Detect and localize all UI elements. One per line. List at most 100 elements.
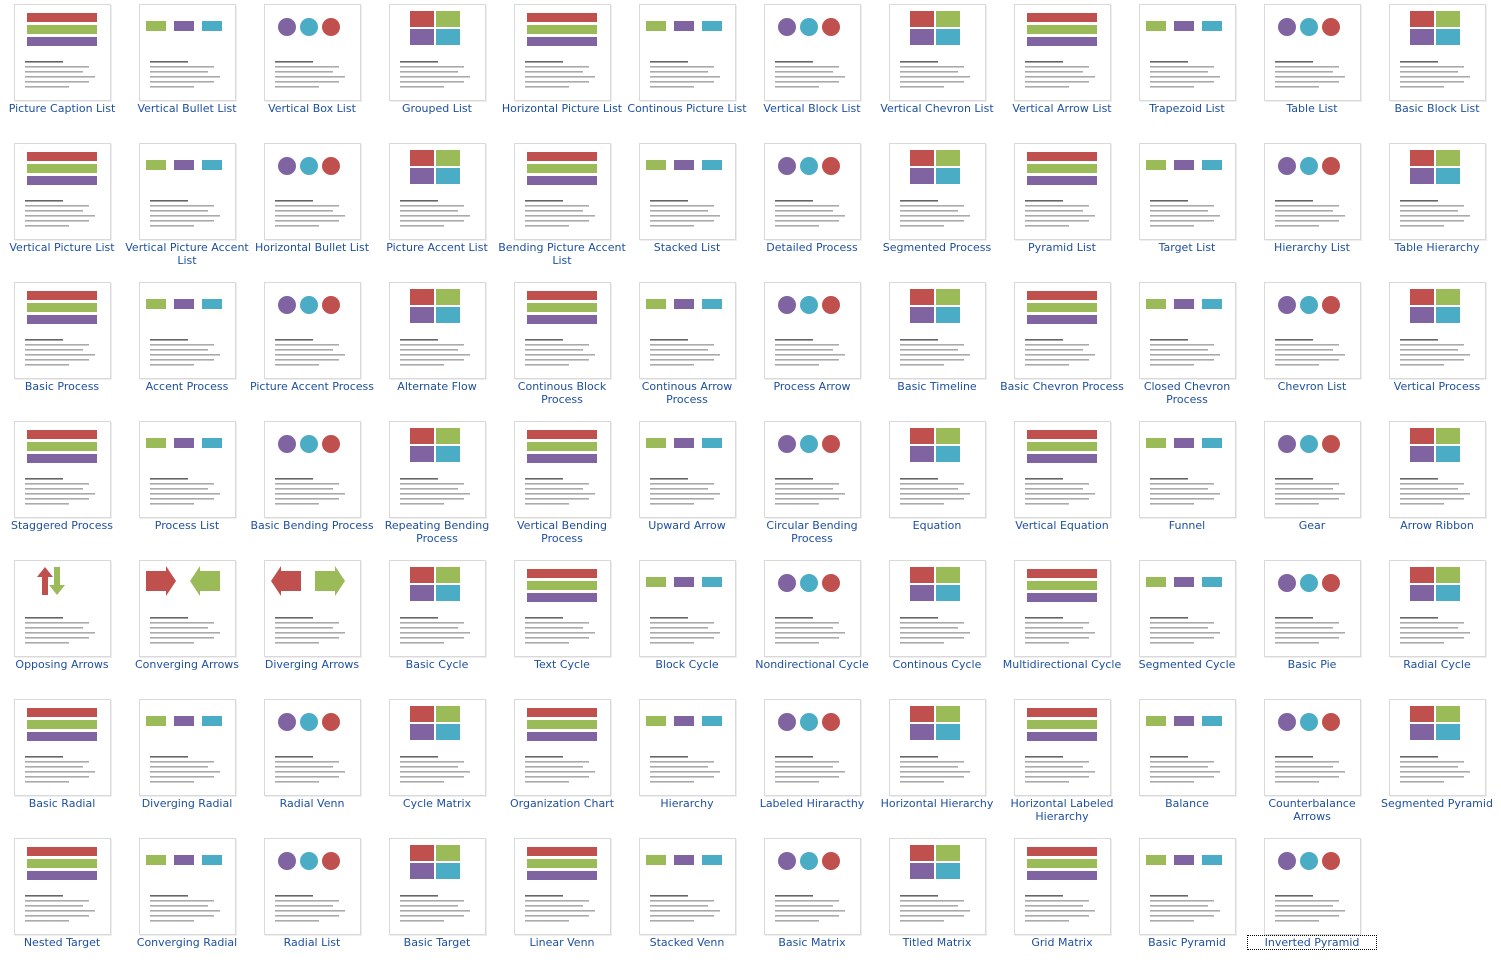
gallery-item-label[interactable]: Hierarchy bbox=[623, 797, 751, 810]
gallery-item-funnel[interactable]: Funnel bbox=[1125, 418, 1249, 557]
gallery-item-basic-block-list[interactable]: Basic Block List bbox=[1375, 1, 1499, 140]
gallery-item-horizontal-hierarchy[interactable]: Horizontal Hierarchy bbox=[875, 696, 999, 835]
gallery-item-gear[interactable]: Gear bbox=[1250, 418, 1374, 557]
gallery-item-label[interactable]: Basic Cycle bbox=[373, 658, 501, 671]
gallery-item-label[interactable]: Funnel bbox=[1123, 519, 1251, 532]
gallery-item-label[interactable]: Vertical Picture Accent List bbox=[123, 241, 251, 267]
gallery-item-label[interactable]: Accent Process bbox=[123, 380, 251, 393]
gallery-item-basic-target[interactable]: Basic Target bbox=[375, 835, 499, 974]
gallery-item-vertical-arrow-list[interactable]: Vertical Arrow List bbox=[1000, 1, 1124, 140]
gallery-item-arrow-ribbon[interactable]: Arrow Ribbon bbox=[1375, 418, 1499, 557]
gallery-item-segmented-process[interactable]: Segmented Process bbox=[875, 140, 999, 279]
gallery-item-diverging-arrows[interactable]: Diverging Arrows bbox=[250, 557, 374, 696]
gallery-item-continuous-block-process[interactable]: Continous Block Process bbox=[500, 279, 624, 418]
gallery-item-continuous-arrow-process[interactable]: Continous Arrow Process bbox=[625, 279, 749, 418]
gallery-item-chevron-list[interactable]: Chevron List bbox=[1250, 279, 1374, 418]
gallery-item-radial-cycle[interactable]: Radial Cycle bbox=[1375, 557, 1499, 696]
gallery-item-diverging-radial[interactable]: Diverging Radial bbox=[125, 696, 249, 835]
gallery-item-titled-matrix[interactable]: Titled Matrix bbox=[875, 835, 999, 974]
gallery-item-organization-chart[interactable]: Organization Chart bbox=[500, 696, 624, 835]
gallery-item-horizontal-picture-list[interactable]: Horizontal Picture List bbox=[500, 1, 624, 140]
gallery-item-picture-accent-list[interactable]: Picture Accent List bbox=[375, 140, 499, 279]
gallery-item-label[interactable]: Upward Arrow bbox=[623, 519, 751, 532]
gallery-item-vertical-picture-list[interactable]: Vertical Picture List bbox=[0, 140, 124, 279]
gallery-item-table-hierarchy[interactable]: Table Hierarchy bbox=[1375, 140, 1499, 279]
gallery-item-label[interactable]: Bending Picture Accent List bbox=[498, 241, 626, 267]
gallery-item-label[interactable]: Closed Chevron Process bbox=[1123, 380, 1251, 406]
gallery-item-label[interactable]: Basic Bending Process bbox=[248, 519, 376, 532]
gallery-item-label[interactable]: Continous Arrow Process bbox=[623, 380, 751, 406]
gallery-item-trapezoid-list[interactable]: Trapezoid List bbox=[1125, 1, 1249, 140]
gallery-item-label[interactable]: Horizontal Bullet List bbox=[248, 241, 376, 254]
gallery-item-basic-cycle[interactable]: Basic Cycle bbox=[375, 557, 499, 696]
gallery-item-label[interactable]: Hierarchy List bbox=[1248, 241, 1376, 254]
gallery-item-linear-venn[interactable]: Linear Venn bbox=[500, 835, 624, 974]
gallery-item-label[interactable]: Vertical Block List bbox=[748, 102, 876, 115]
gallery-item-basic-radial[interactable]: Basic Radial bbox=[0, 696, 124, 835]
gallery-item-radial-list[interactable]: Radial List bbox=[250, 835, 374, 974]
gallery-item-label[interactable]: Stacked List bbox=[623, 241, 751, 254]
gallery-item-label[interactable]: Basic Radial bbox=[0, 797, 126, 810]
gallery-item-nondirectional-cycle[interactable]: Nondirectional Cycle bbox=[750, 557, 874, 696]
gallery-item-vertical-process[interactable]: Vertical Process bbox=[1375, 279, 1499, 418]
gallery-item-label[interactable]: Basic Pie bbox=[1248, 658, 1376, 671]
gallery-item-label[interactable]: Table List bbox=[1248, 102, 1376, 115]
gallery-item-alternate-flow[interactable]: Alternate Flow bbox=[375, 279, 499, 418]
gallery-item-label[interactable]: Trapezoid List bbox=[1123, 102, 1251, 115]
gallery-item-closed-chevron-process[interactable]: Closed Chevron Process bbox=[1125, 279, 1249, 418]
gallery-item-equation[interactable]: Equation bbox=[875, 418, 999, 557]
gallery-item-label[interactable]: Horizontal Hierarchy bbox=[873, 797, 1001, 810]
gallery-item-cycle-matrix[interactable]: Cycle Matrix bbox=[375, 696, 499, 835]
gallery-item-label[interactable]: Titled Matrix bbox=[873, 936, 1001, 949]
gallery-item-label[interactable]: Vertical Chevron List bbox=[873, 102, 1001, 115]
gallery-item-label[interactable]: Process Arrow bbox=[748, 380, 876, 393]
gallery-item-label[interactable]: Linear Venn bbox=[498, 936, 626, 949]
gallery-item-label[interactable]: Radial Cycle bbox=[1373, 658, 1501, 671]
gallery-item-label[interactable]: Labeled Hiraracthy bbox=[748, 797, 876, 810]
gallery-item-label[interactable]: Gear bbox=[1248, 519, 1376, 532]
gallery-item-bending-picture-accent-list[interactable]: Bending Picture Accent List bbox=[498, 140, 626, 279]
gallery-item-label[interactable]: Continous Picture List bbox=[623, 102, 751, 115]
gallery-item-text-cycle[interactable]: Text Cycle bbox=[500, 557, 624, 696]
gallery-item-basic-timeline[interactable]: Basic Timeline bbox=[875, 279, 999, 418]
gallery-item-label[interactable]: Horizontal Labeled Hierarchy bbox=[998, 797, 1126, 823]
gallery-item-stacked-venn[interactable]: Stacked Venn bbox=[625, 835, 749, 974]
gallery-item-continuous-picture-list[interactable]: Continous Picture List bbox=[625, 1, 749, 140]
gallery-item-process-list[interactable]: Process List bbox=[125, 418, 249, 557]
gallery-item-stacked-list[interactable]: Stacked List bbox=[625, 140, 749, 279]
gallery-item-label[interactable]: Cycle Matrix bbox=[373, 797, 501, 810]
gallery-item-basic-bending-process[interactable]: Basic Bending Process bbox=[250, 418, 374, 557]
gallery-item-label[interactable]: Continous Block Process bbox=[498, 380, 626, 406]
gallery-item-label[interactable]: Block Cycle bbox=[623, 658, 751, 671]
gallery-item-label[interactable]: Horizontal Picture List bbox=[498, 102, 626, 115]
gallery-item-label[interactable]: Basic Timeline bbox=[873, 380, 1001, 393]
gallery-item-label[interactable]: Equation bbox=[873, 519, 1001, 532]
gallery-item-label[interactable]: Alternate Flow bbox=[373, 380, 501, 393]
gallery-item-basic-pyramid[interactable]: Basic Pyramid bbox=[1125, 835, 1249, 974]
gallery-item-label[interactable]: Pyramid List bbox=[998, 241, 1126, 254]
gallery-item-label[interactable]: Radial Venn bbox=[248, 797, 376, 810]
gallery-item-hierarchy-list[interactable]: Hierarchy List bbox=[1250, 140, 1374, 279]
gallery-item-label[interactable]: Vertical Bending Process bbox=[498, 519, 626, 545]
gallery-item-balance[interactable]: Balance bbox=[1125, 696, 1249, 835]
gallery-item-basic-chevron-process[interactable]: Basic Chevron Process bbox=[1000, 279, 1124, 418]
gallery-item-label[interactable]: Segmented Cycle bbox=[1123, 658, 1251, 671]
gallery-item-label[interactable]: Process List bbox=[123, 519, 251, 532]
gallery-item-converging-radial[interactable]: Converging Radial bbox=[125, 835, 249, 974]
gallery-item-vertical-bullet-list[interactable]: Vertical Bullet List bbox=[125, 1, 249, 140]
gallery-item-label[interactable]: Picture Caption List bbox=[0, 102, 126, 115]
gallery-item-label[interactable]: Nested Target bbox=[0, 936, 126, 949]
gallery-item-label[interactable]: Chevron List bbox=[1248, 380, 1376, 393]
gallery-item-accent-process[interactable]: Accent Process bbox=[125, 279, 249, 418]
gallery-item-label[interactable]: Converging Arrows bbox=[123, 658, 251, 671]
gallery-item-vertical-equation[interactable]: Vertical Equation bbox=[1000, 418, 1124, 557]
gallery-item-label[interactable]: Basic Block List bbox=[1373, 102, 1501, 115]
gallery-item-label[interactable]: Nondirectional Cycle bbox=[748, 658, 876, 671]
gallery-item-block-cycle[interactable]: Block Cycle bbox=[625, 557, 749, 696]
gallery-item-table-list[interactable]: Table List bbox=[1250, 1, 1374, 140]
gallery-item-basic-matrix[interactable]: Basic Matrix bbox=[750, 835, 874, 974]
gallery-item-continuous-cycle[interactable]: Continous Cycle bbox=[875, 557, 999, 696]
gallery-item-grid-matrix[interactable]: Grid Matrix bbox=[1000, 835, 1124, 974]
gallery-item-basic-pie[interactable]: Basic Pie bbox=[1250, 557, 1374, 696]
gallery-item-grouped-list[interactable]: Grouped List bbox=[375, 1, 499, 140]
